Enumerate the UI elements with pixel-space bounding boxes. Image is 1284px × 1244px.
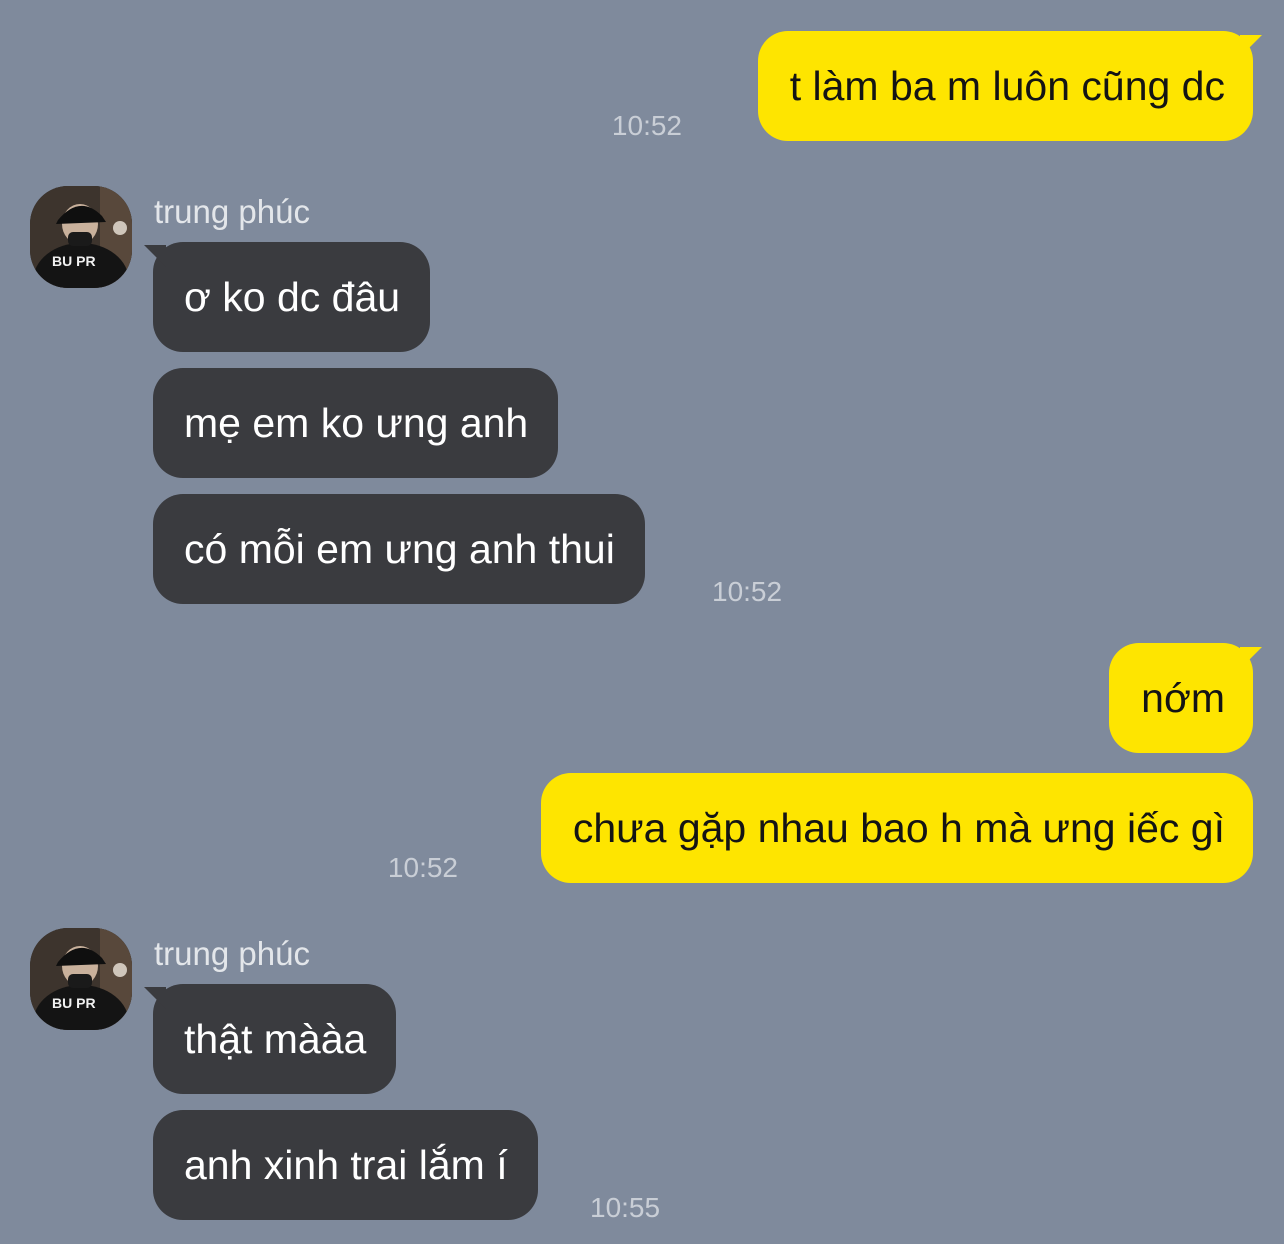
contact-avatar[interactable]: BU PR [30,928,132,1030]
message-bubble-received[interactable]: anh xinh trai lắm í [153,1110,538,1220]
bubble-tail [144,245,166,267]
message-timestamp: 10:52 [712,576,783,607]
message-text: mẹ em ko ưng anh [184,399,529,446]
message-text: anh xinh trai lắm í [184,1141,508,1188]
bubble-tail [1240,647,1262,669]
contact-avatar[interactable]: BU PR [30,186,132,288]
message-timestamp: 10:55 [590,1192,661,1223]
message-text: chưa gặp nhau bao h mà ưng iếc gì [572,804,1225,851]
svg-text:BU PR: BU PR [52,253,96,269]
contact-name: trung phúc [154,193,310,230]
message-text: thật mààa [184,1015,367,1062]
message-bubble-sent[interactable]: chưa gặp nhau bao h mà ưng iếc gì [540,773,1253,883]
message-bubble-received[interactable]: thật mààa [144,984,397,1094]
message-text: t làm ba m luôn cũng dc [789,62,1225,109]
message-text: nớm [1141,674,1225,721]
contact-name: trung phúc [154,935,310,972]
message-bubble-received[interactable]: ơ ko dc đâu [144,242,431,352]
message-text: ơ ko dc đâu [184,273,401,320]
message-bubble-received[interactable]: mẹ em ko ưng anh [153,368,559,478]
avatar-photo-icon: BU PR [30,928,132,1030]
bubble-tail [1240,35,1262,57]
svg-text:BU PR: BU PR [52,995,96,1011]
message-text: có mỗi em ưng anh thui [184,525,615,572]
message-timestamp: 10:52 [387,852,458,883]
avatar-photo-icon: BU PR [30,186,132,288]
message-bubble-sent[interactable]: t làm ba m luôn cũng dc [757,31,1262,141]
message-bubble-received[interactable]: có mỗi em ưng anh thui [153,494,645,604]
message-timestamp: 10:52 [611,110,682,141]
message-bubble-sent[interactable]: nớm [1109,643,1262,753]
bubble-tail [144,987,166,1009]
